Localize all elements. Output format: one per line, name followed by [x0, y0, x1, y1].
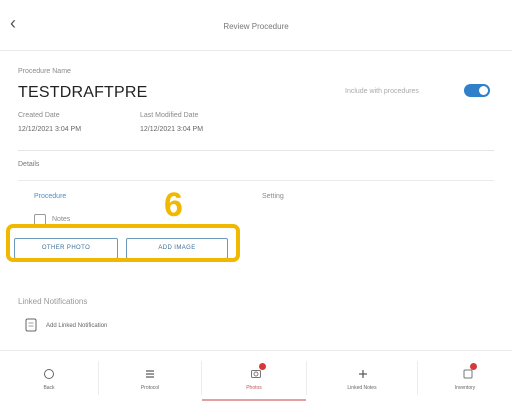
details-section-label: Details — [18, 161, 40, 168]
include-toggle[interactable] — [464, 84, 490, 97]
list-icon — [144, 367, 156, 385]
nav-item-back[interactable]: Back — [0, 351, 98, 399]
nav-label-protocol: Protocol — [140, 385, 160, 391]
nav-item-inventory[interactable]: Inventory — [418, 351, 512, 399]
notification-badge — [259, 363, 266, 370]
annotation-highlight-box — [6, 224, 240, 262]
nav-label-linked-notes: Linked Notes — [347, 385, 377, 391]
nav-item-photos[interactable]: Photos — [202, 351, 306, 401]
top-bar: ‹ Review Procedure — [0, 0, 512, 51]
toggle-label: Include with procedures — [345, 88, 419, 95]
nav-label-inventory: Inventory — [454, 385, 476, 391]
step-number-annotation: 6 — [164, 186, 183, 224]
nav-label-photos: Photos — [246, 385, 262, 391]
divider — [18, 150, 494, 151]
procedure-name: TESTDRAFTPRE — [18, 84, 148, 101]
notification-badge — [470, 363, 477, 370]
notifications-label: Linked Notifications — [18, 297, 88, 306]
home-icon — [43, 367, 55, 385]
divider — [18, 180, 494, 181]
plus-icon — [357, 367, 369, 385]
setting-column-header: Setting — [262, 193, 284, 200]
nav-label-back: Back — [43, 385, 55, 391]
toggle-knob — [479, 86, 488, 95]
document-icon[interactable] — [24, 318, 38, 332]
created-date-label: Created Date — [18, 112, 60, 119]
bottom-navigation: Back Protocol Photos Linked Notes Invent… — [0, 350, 512, 401]
nav-item-protocol[interactable]: Protocol — [99, 351, 201, 399]
modified-date-value: 12/12/2021 3:04 PM — [140, 126, 204, 133]
procedure-column-header: Procedure — [34, 193, 67, 200]
nav-item-linked-notes[interactable]: Linked Notes — [307, 351, 417, 399]
modified-date-label: Last Modified Date — [140, 112, 199, 119]
page-title: Review Procedure — [223, 22, 289, 31]
procedure-name-label: Procedure Name — [18, 68, 71, 75]
created-date-value: 12/12/2021 3:04 PM — [18, 126, 82, 133]
notes-checkbox-label: Notes — [52, 216, 71, 223]
add-linked-notification-link[interactable]: Add Linked Notification — [46, 323, 107, 329]
